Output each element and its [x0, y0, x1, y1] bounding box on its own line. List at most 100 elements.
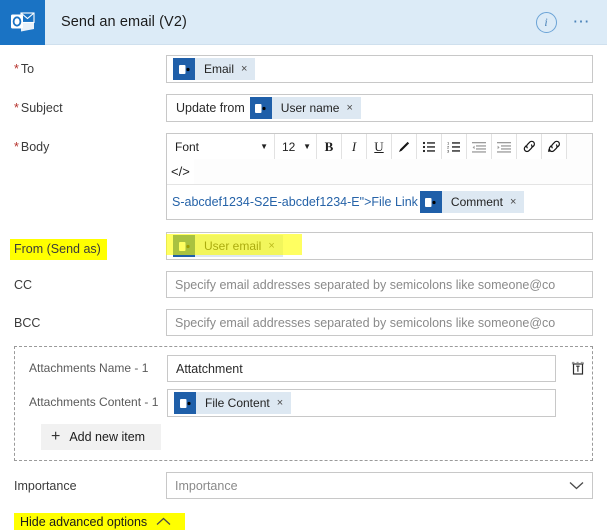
- label-body: * Body: [14, 140, 50, 154]
- send-email-action-card: Send an email (V2) i ⋯ * To Email × * Su…: [0, 0, 607, 530]
- sharepoint-icon: [419, 191, 442, 213]
- info-icon[interactable]: i: [535, 11, 557, 33]
- field-row-to: * To Email ×: [0, 55, 607, 83]
- svg-text:3: 3: [447, 148, 450, 152]
- attachment-content-input[interactable]: File Content ×: [167, 389, 556, 417]
- ellipsis-icon[interactable]: ⋯: [573, 13, 592, 30]
- token-label: Email: [204, 62, 235, 76]
- attachment-name-row: Attachments Name - 1 Attatchment: [15, 355, 592, 382]
- token-remove-icon[interactable]: ×: [346, 102, 360, 114]
- bcc-field: Specify email addresses separated by sem…: [166, 309, 593, 336]
- code-view-button[interactable]: </>: [167, 159, 194, 184]
- label-bcc: BCC: [14, 316, 41, 330]
- underline-button[interactable]: U: [367, 134, 392, 159]
- add-new-item-button[interactable]: + Add new item: [41, 424, 162, 450]
- token-label: User name: [280, 101, 340, 115]
- token-user-name[interactable]: User name ×: [249, 97, 361, 119]
- from-field: User email ×: [166, 232, 593, 260]
- cc-placeholder: Specify email addresses separated by sem…: [175, 277, 556, 292]
- from-input[interactable]: User email ×: [166, 232, 593, 260]
- rich-text-editor: Font ▼ 12 ▼ B I U 1 2 3 </> S-abcdef1234…: [166, 133, 593, 220]
- label-subject: * Subject: [14, 101, 63, 115]
- bold-button[interactable]: B: [317, 134, 342, 159]
- sharepoint-icon: [173, 235, 195, 257]
- link-icon[interactable]: [517, 134, 542, 159]
- field-row-body: * Body Font ▼ 12 ▼ B I U 1 2 3 </> S-abc…: [0, 133, 607, 220]
- label-from: From (Send as): [10, 232, 166, 260]
- token-email[interactable]: Email ×: [173, 58, 256, 80]
- token-comment[interactable]: Comment ×: [419, 191, 525, 213]
- token-remove-icon[interactable]: ×: [277, 397, 291, 409]
- sharepoint-icon: [174, 392, 196, 414]
- required-asterisk: *: [14, 140, 19, 154]
- font-size-value: 12: [282, 139, 296, 154]
- attachment-content-row: Attachments Content - 1 File Content ×: [15, 389, 592, 417]
- hide-advanced-options-label: Hide advanced options: [20, 515, 148, 529]
- chevron-down-icon: ▼: [260, 142, 268, 151]
- body-field: Font ▼ 12 ▼ B I U 1 2 3 </> S-abcdef1234…: [166, 133, 593, 220]
- to-field: Email ×: [166, 55, 593, 83]
- body-editor-content[interactable]: S-abcdef1234-S2E-abcdef1234-E">File Link…: [167, 185, 592, 219]
- chevron-up-icon: [156, 515, 171, 529]
- body-link-text[interactable]: S-abcdef1234-S2E-abcdef1234-E">File Link: [172, 195, 418, 209]
- header-actions: i ⋯: [535, 11, 607, 33]
- field-row-subject: * Subject Update from User name ×: [0, 94, 607, 122]
- trash-icon[interactable]: [568, 357, 588, 377]
- attachment-name-value: Attatchment: [176, 361, 243, 376]
- cc-field: Specify email addresses separated by sem…: [166, 271, 593, 298]
- page-title: Send an email (V2): [61, 14, 187, 30]
- sharepoint-icon: [249, 97, 272, 119]
- chevron-down-icon: [569, 477, 584, 495]
- field-row-from: From (Send as) User email ×: [0, 232, 607, 260]
- attachment-name-input[interactable]: Attatchment: [167, 355, 556, 382]
- subject-prefix-text: Update from: [176, 101, 245, 115]
- attachment-name-field: Attatchment: [167, 355, 582, 382]
- required-asterisk: *: [14, 101, 19, 115]
- font-size-dropdown[interactable]: 12 ▼: [275, 134, 317, 159]
- label-from-highlight: From (Send as): [10, 239, 107, 260]
- label-importance: Importance: [14, 479, 77, 493]
- token-label: User email: [204, 239, 262, 253]
- label-attachment-name: Attachments Name - 1: [29, 361, 149, 375]
- token-remove-icon[interactable]: ×: [268, 240, 282, 252]
- italic-button[interactable]: I: [342, 134, 367, 159]
- label-cc: CC: [14, 278, 33, 292]
- token-remove-icon[interactable]: ×: [241, 63, 255, 75]
- token-label: Comment: [450, 195, 503, 209]
- field-row-importance: Importance Importance: [0, 472, 607, 499]
- importance-field: Importance: [166, 472, 593, 499]
- unlink-icon[interactable]: [542, 134, 567, 159]
- indent-icon[interactable]: [492, 134, 517, 159]
- attachment-content-field: File Content ×: [167, 389, 582, 417]
- rte-toolbar: Font ▼ 12 ▼ B I U 1 2 3 </>: [167, 134, 592, 185]
- token-file-content[interactable]: File Content ×: [174, 392, 292, 414]
- label-to: * To: [14, 62, 35, 76]
- required-asterisk: *: [14, 62, 19, 76]
- subject-input[interactable]: Update from User name ×: [166, 94, 593, 122]
- chevron-down-icon: ▼: [303, 142, 311, 151]
- field-row-bcc: BCC Specify email addresses separated by…: [0, 309, 607, 336]
- hide-advanced-options-button[interactable]: Hide advanced options: [14, 513, 186, 530]
- token-remove-icon[interactable]: ×: [510, 196, 524, 208]
- outdent-icon[interactable]: [467, 134, 492, 159]
- importance-placeholder: Importance: [175, 478, 238, 493]
- sharepoint-icon: [173, 58, 195, 80]
- pen-icon[interactable]: [392, 134, 417, 159]
- field-row-cc: CC Specify email addresses separated by …: [0, 271, 607, 298]
- subject-field: Update from User name ×: [166, 94, 593, 122]
- token-user-email[interactable]: User email ×: [173, 235, 283, 257]
- label-attachment-content: Attachments Content - 1: [29, 395, 159, 409]
- bcc-input[interactable]: Specify email addresses separated by sem…: [166, 309, 593, 336]
- card-header: Send an email (V2) i ⋯: [0, 0, 607, 45]
- outlook-icon: [0, 0, 45, 45]
- font-family-value: Font: [175, 139, 200, 154]
- importance-dropdown[interactable]: Importance: [166, 472, 593, 499]
- font-family-dropdown[interactable]: Font ▼: [167, 134, 275, 159]
- add-new-item-label: Add new item: [69, 430, 146, 444]
- cc-input[interactable]: Specify email addresses separated by sem…: [166, 271, 593, 298]
- to-input[interactable]: Email ×: [166, 55, 593, 83]
- numbered-list-icon[interactable]: 1 2 3: [442, 134, 467, 159]
- bcc-placeholder: Specify email addresses separated by sem…: [175, 315, 556, 330]
- bullet-list-icon[interactable]: [417, 134, 442, 159]
- token-label: File Content: [205, 396, 270, 410]
